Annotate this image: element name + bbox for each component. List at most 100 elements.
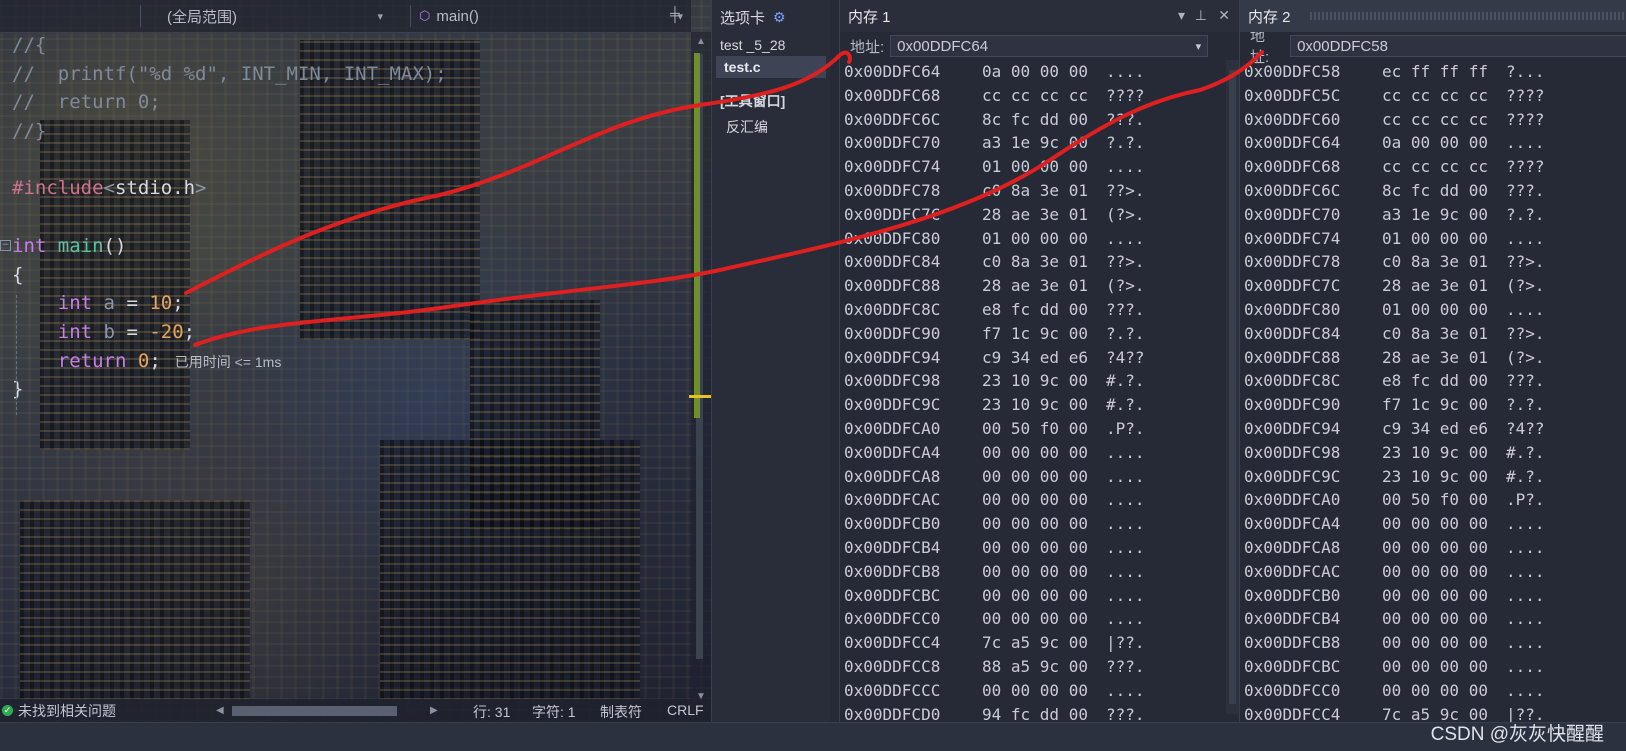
memory-row[interactable]: 0x00DDFCC8 88 a5 9c 00???. bbox=[840, 655, 1222, 679]
scroll-left-icon[interactable]: ◀ bbox=[216, 705, 224, 716]
code-line[interactable]: int a = 10; bbox=[0, 289, 690, 318]
memory-row[interactable]: 0x00DDFC7C 28 ae 3e 01 (?>. bbox=[840, 203, 1222, 227]
memory-row[interactable]: 0x00DDFC84 c0 8a 3e 01 ??>. bbox=[1240, 322, 1626, 346]
code-line[interactable]: //{ bbox=[0, 31, 690, 60]
memory-row[interactable]: 0x00DDFCB0 00 00 00 00.... bbox=[1240, 584, 1626, 608]
code-line[interactable]: return 0; 已用时间 <= 1ms bbox=[0, 347, 690, 376]
memory-row[interactable]: 0x00DDFC70 a3 1e 9c 00?.?. bbox=[840, 131, 1222, 155]
scroll-right-icon[interactable]: ▶ bbox=[430, 705, 438, 716]
code-line[interactable]: #include<stdio.h> bbox=[0, 174, 690, 203]
memory-row[interactable]: 0x00DDFC80 01 00 00 00.... bbox=[1240, 298, 1626, 322]
code-line[interactable]: int b = -20; bbox=[0, 318, 690, 347]
memory-row[interactable]: 0x00DDFCD0 94 fc dd 00???. bbox=[840, 703, 1222, 722]
scope-dropdown[interactable]: (全局范围) ▾ bbox=[140, 5, 389, 27]
memory-row[interactable]: 0x00DDFC5C cc cc cc cc???? bbox=[1240, 84, 1626, 108]
eol-indicator[interactable]: CRLF bbox=[667, 702, 704, 718]
memory-row[interactable]: 0x00DDFC64 0a 00 00 00.... bbox=[840, 60, 1222, 84]
address-input[interactable]: 0x00DDFC58 bbox=[1290, 35, 1626, 57]
dropdown-icon[interactable]: ▾ bbox=[1178, 7, 1185, 24]
memory-row[interactable]: 0x00DDFCB8 00 00 00 00.... bbox=[1240, 631, 1626, 655]
memory-row[interactable]: 0x00DDFCA0 00 50 f0 00 .P?. bbox=[1240, 488, 1626, 512]
memory-row[interactable]: 0x00DDFCCC 00 00 00 00.... bbox=[840, 679, 1222, 703]
code-editor[interactable]: (全局范围) ▾ ⬡ main() ▾ ╪ //{// printf("%d %… bbox=[0, 0, 711, 722]
memory-row[interactable]: 0x00DDFC88 28 ae 3e 01 (?>. bbox=[1240, 346, 1626, 370]
horizontal-scrollbar[interactable] bbox=[232, 706, 397, 716]
code-line[interactable]: } bbox=[0, 375, 690, 404]
memory-1-rows[interactable]: 0x00DDFC64 0a 00 00 00.... 0x00DDFC68 cc cc… bbox=[840, 60, 1222, 722]
memory-row[interactable]: 0x00DDFCBC 00 00 00 00.... bbox=[1240, 655, 1626, 679]
memory-row[interactable]: 0x00DDFCA4 00 00 00 00.... bbox=[1240, 512, 1626, 536]
fold-toggle-icon[interactable]: − bbox=[0, 239, 11, 251]
memory-row[interactable]: 0x00DDFCAC 00 00 00 00.... bbox=[1240, 560, 1626, 584]
code-area[interactable]: //{// printf("%d %d", INT_MIN, INT_MAX);… bbox=[0, 31, 690, 404]
disassembly-item[interactable]: 反汇编 bbox=[712, 114, 830, 140]
vertical-scrollbar[interactable]: ▲ ▼ bbox=[689, 32, 711, 704]
memory-row[interactable]: 0x00DDFC64 0a 00 00 00.... bbox=[1240, 131, 1626, 155]
memory-row[interactable]: 0x00DDFC80 01 00 00 00.... bbox=[840, 227, 1222, 251]
code-line[interactable]: − int main() bbox=[0, 232, 690, 261]
memory-row[interactable]: 0x00DDFC98 23 10 9c 00 #.?. bbox=[840, 369, 1222, 393]
memory-row[interactable]: 0x00DDFC88 28 ae 3e 01 (?>. bbox=[840, 274, 1222, 298]
memory-row[interactable]: 0x00DDFCB4 00 00 00 00.... bbox=[1240, 607, 1626, 631]
memory-row[interactable]: 0x00DDFCAC 00 00 00 00.... bbox=[840, 488, 1222, 512]
function-dropdown[interactable]: ⬡ main() ▾ bbox=[410, 5, 689, 27]
memory-row[interactable]: 0x00DDFC6C 8c fc dd 00???. bbox=[840, 108, 1222, 132]
memory-row[interactable]: 0x00DDFCA8 00 00 00 00.... bbox=[1240, 536, 1626, 560]
issues-status[interactable]: 未找到相关问题 bbox=[18, 701, 116, 721]
split-icon[interactable]: ╪ bbox=[670, 6, 680, 22]
memory-row[interactable]: 0x00DDFC7C 28 ae 3e 01 (?>. bbox=[1240, 274, 1626, 298]
memory-row[interactable]: 0x00DDFC98 23 10 9c 00 #.?. bbox=[1240, 441, 1626, 465]
memory-2-rows[interactable]: 0x00DDFC58 ec ff ff ff?... 0x00DDFC5C cc cc… bbox=[1240, 60, 1626, 722]
memory-ascii: .... bbox=[1106, 442, 1145, 462]
code-line[interactable]: // printf("%d %d", INT_MIN, INT_MAX); bbox=[0, 60, 690, 89]
indent-indicator[interactable]: 制表符 bbox=[600, 702, 642, 722]
chevron-down-icon[interactable]: ▾ bbox=[1196, 40, 1202, 53]
memory-row[interactable]: 0x00DDFC68 cc cc cc cc???? bbox=[840, 84, 1222, 108]
scroll-up-icon[interactable]: ▲ bbox=[696, 36, 706, 47]
gear-icon[interactable]: ⚙ bbox=[773, 9, 786, 26]
memory-row[interactable]: 0x00DDFC9C 23 10 9c 00 #.?. bbox=[840, 393, 1222, 417]
line-indicator[interactable]: 行: 31 bbox=[473, 702, 510, 722]
close-icon[interactable]: ✕ bbox=[1218, 7, 1230, 24]
code-line[interactable]: { bbox=[0, 261, 690, 290]
memory-row[interactable]: 0x00DDFCC0 00 00 00 00.... bbox=[1240, 679, 1626, 703]
memory-row[interactable]: 0x00DDFC58 ec ff ff ff?... bbox=[1240, 60, 1626, 84]
code-line[interactable]: //} bbox=[0, 117, 690, 146]
address-input[interactable]: 0x00DDFC64 ▾ bbox=[890, 35, 1209, 57]
tab-list-item[interactable]: test _5_28 bbox=[712, 34, 830, 56]
pin-icon[interactable]: ⊥ bbox=[1195, 7, 1207, 24]
memory-row[interactable]: 0x00DDFCA8 00 00 00 00.... bbox=[840, 465, 1222, 489]
memory-row[interactable]: 0x00DDFCB4 00 00 00 00.... bbox=[840, 536, 1222, 560]
tab-list-item-selected[interactable]: test.c bbox=[716, 56, 826, 78]
memory-row[interactable]: 0x00DDFC8C e8 fc dd 00???. bbox=[840, 298, 1222, 322]
memory-row[interactable]: 0x00DDFC94 c9 34 ed e6 ?4?? bbox=[840, 346, 1222, 370]
column-indicator[interactable]: 字符: 1 bbox=[532, 702, 576, 722]
memory-row[interactable]: 0x00DDFCBC 00 00 00 00.... bbox=[840, 584, 1222, 608]
memory-row[interactable]: 0x00DDFC90 f7 1c 9c 00?.?. bbox=[1240, 393, 1626, 417]
memory-row[interactable]: 0x00DDFC84 c0 8a 3e 01 ??>. bbox=[840, 250, 1222, 274]
memory-row[interactable]: 0x00DDFC78 c0 8a 3e 01 ??>. bbox=[840, 179, 1222, 203]
memory-address: 0x00DDFC74 bbox=[844, 157, 941, 177]
memory-row[interactable]: 0x00DDFCB8 00 00 00 00.... bbox=[840, 560, 1222, 584]
memory-row[interactable]: 0x00DDFC74 01 00 00 00.... bbox=[1240, 227, 1626, 251]
code-line[interactable] bbox=[0, 203, 690, 232]
drag-grip[interactable] bbox=[1310, 12, 1626, 20]
memory-row[interactable]: 0x00DDFC90 f7 1c 9c 00?.?. bbox=[840, 322, 1222, 346]
memory-row[interactable]: 0x00DDFCA0 00 50 f0 00 .P?. bbox=[840, 417, 1222, 441]
memory-row[interactable]: 0x00DDFC6C 8c fc dd 00???. bbox=[1240, 179, 1626, 203]
memory-row[interactable]: 0x00DDFCC0 00 00 00 00.... bbox=[840, 607, 1222, 631]
memory-row[interactable]: 0x00DDFC70 a3 1e 9c 00?.?. bbox=[1240, 203, 1626, 227]
memory-row[interactable]: 0x00DDFC94 c9 34 ed e6 ?4?? bbox=[1240, 417, 1626, 441]
memory-row[interactable]: 0x00DDFC8C e8 fc dd 00???. bbox=[1240, 369, 1626, 393]
memory-row[interactable]: 0x00DDFC60 cc cc cc cc???? bbox=[1240, 108, 1626, 132]
memory-1-scrollbar[interactable] bbox=[1226, 60, 1240, 714]
memory-row[interactable]: 0x00DDFC78 c0 8a 3e 01 ??>. bbox=[1240, 250, 1626, 274]
memory-row[interactable]: 0x00DDFCB0 00 00 00 00.... bbox=[840, 512, 1222, 536]
memory-row[interactable]: 0x00DDFC74 01 00 00 00.... bbox=[840, 155, 1222, 179]
code-line[interactable] bbox=[0, 146, 690, 175]
memory-row[interactable]: 0x00DDFCC4 7c a5 9c 00 |??. bbox=[840, 631, 1222, 655]
memory-row[interactable]: 0x00DDFC68 cc cc cc cc???? bbox=[1240, 155, 1626, 179]
memory-row[interactable]: 0x00DDFC9C 23 10 9c 00 #.?. bbox=[1240, 465, 1626, 489]
code-line[interactable]: // return 0; bbox=[0, 88, 690, 117]
memory-row[interactable]: 0x00DDFCA4 00 00 00 00.... bbox=[840, 441, 1222, 465]
